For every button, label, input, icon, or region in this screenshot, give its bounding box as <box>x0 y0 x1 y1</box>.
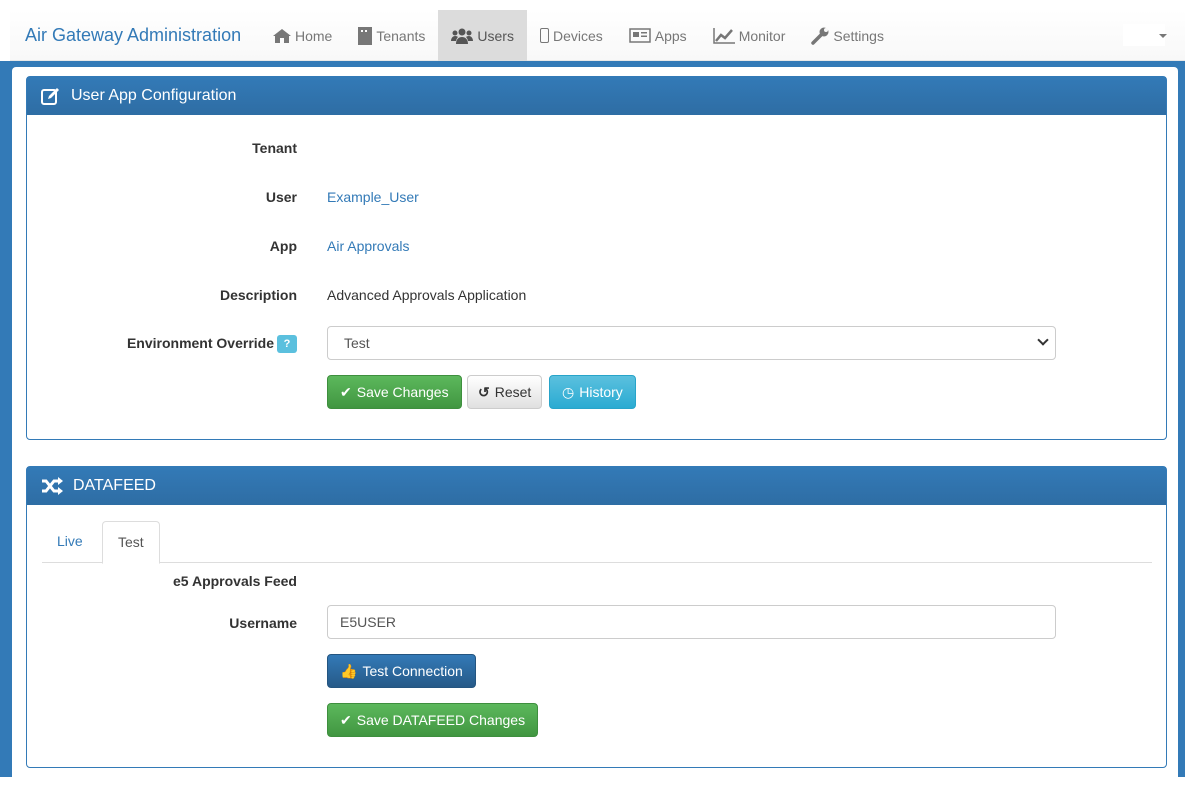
nav-label: Apps <box>654 27 687 44</box>
check-icon: ✔ <box>340 711 352 728</box>
undo-icon: ↺ <box>478 383 490 400</box>
tenant-label: Tenant <box>252 140 297 156</box>
panel-title: DATAFEED <box>73 477 156 494</box>
save-changes-button[interactable]: ✔ Save Changes <box>327 375 462 409</box>
panel-title: User App Configuration <box>71 87 237 104</box>
nav-label: Tenants <box>376 27 426 44</box>
shuffle-icon <box>42 477 63 495</box>
user-link[interactable]: Example_User <box>327 189 419 205</box>
nav-devices[interactable]: Devices <box>527 10 616 61</box>
app-link[interactable]: Air Approvals <box>327 238 409 254</box>
nav-label: Home <box>295 27 333 44</box>
description-value: Advanced Approvals Application <box>327 287 527 303</box>
nav-apps[interactable]: Apps <box>616 10 700 61</box>
username-input[interactable]: E5USER <box>327 605 1056 639</box>
panel-header: DATAFEED <box>27 467 1166 505</box>
chevron-down-icon <box>1037 334 1049 346</box>
selected-value: Test <box>344 335 370 351</box>
description-label: Description <box>219 287 297 303</box>
button-label: Save DATAFEED Changes <box>356 712 526 728</box>
datafeed-panel: DATAFEED Live Test e5 Approvals Feed Use… <box>26 466 1167 768</box>
datafeed-tabs: Live Test <box>42 521 1152 564</box>
feed-title: e5 Approvals Feed <box>173 573 297 589</box>
save-datafeed-button[interactable]: ✔ Save DATAFEED Changes <box>327 703 539 737</box>
brand[interactable]: Air Gateway Administration <box>25 25 241 46</box>
nav-label: Devices <box>552 27 603 44</box>
nav-users[interactable]: Users <box>438 10 527 61</box>
panel-header: User App Configuration <box>27 77 1166 115</box>
environment-override-label: Environment Override? <box>27 335 297 354</box>
newspaper-icon <box>629 28 651 43</box>
history-button[interactable]: ◷ History <box>549 375 636 409</box>
reset-button[interactable]: ↺ Reset <box>467 375 543 409</box>
home-icon <box>273 28 291 43</box>
button-label: History <box>579 384 623 400</box>
nav-label: Monitor <box>738 27 786 44</box>
building-icon <box>358 26 373 45</box>
tab-live[interactable]: Live <box>42 521 98 563</box>
caret-down-icon[interactable] <box>1159 34 1167 38</box>
wrench-icon <box>811 27 829 45</box>
help-icon[interactable]: ? <box>277 335 297 354</box>
button-label: Save Changes <box>356 384 449 400</box>
environment-override-select[interactable]: Test <box>327 326 1056 360</box>
nav-settings[interactable]: Settings <box>798 10 897 61</box>
line-chart-icon <box>712 27 735 44</box>
username-label: Username <box>229 615 297 631</box>
nav-tenants[interactable]: Tenants <box>345 10 438 61</box>
nav-label: Settings <box>833 27 884 44</box>
navbar: Air Gateway Administration Home Tenants … <box>10 10 1185 61</box>
nav-menu: Home Tenants Users Devices Apps Monitor … <box>260 10 897 61</box>
nav-home[interactable]: Home <box>260 10 345 61</box>
edit-icon <box>41 88 59 105</box>
test-connection-button[interactable]: 👍 Test Connection <box>327 654 476 688</box>
tab-test[interactable]: Test <box>102 521 160 564</box>
label-text: Environment Override <box>126 335 274 351</box>
mobile-icon <box>539 28 549 43</box>
user-app-config-panel: User App Configuration Tenant User Examp… <box>26 76 1167 440</box>
nav-label: Users <box>477 27 514 44</box>
app-label: App <box>269 238 297 254</box>
main-container: User App Configuration Tenant User Examp… <box>12 67 1178 787</box>
clock-icon: ◷ <box>562 383 575 400</box>
button-label: Test Connection <box>362 663 463 679</box>
thumbs-up-icon: 👍 <box>340 662 358 679</box>
users-icon <box>451 28 474 44</box>
user-label: User <box>265 189 297 205</box>
button-label: Reset <box>494 384 532 400</box>
check-icon: ✔ <box>340 383 352 400</box>
nav-monitor[interactable]: Monitor <box>700 10 799 61</box>
